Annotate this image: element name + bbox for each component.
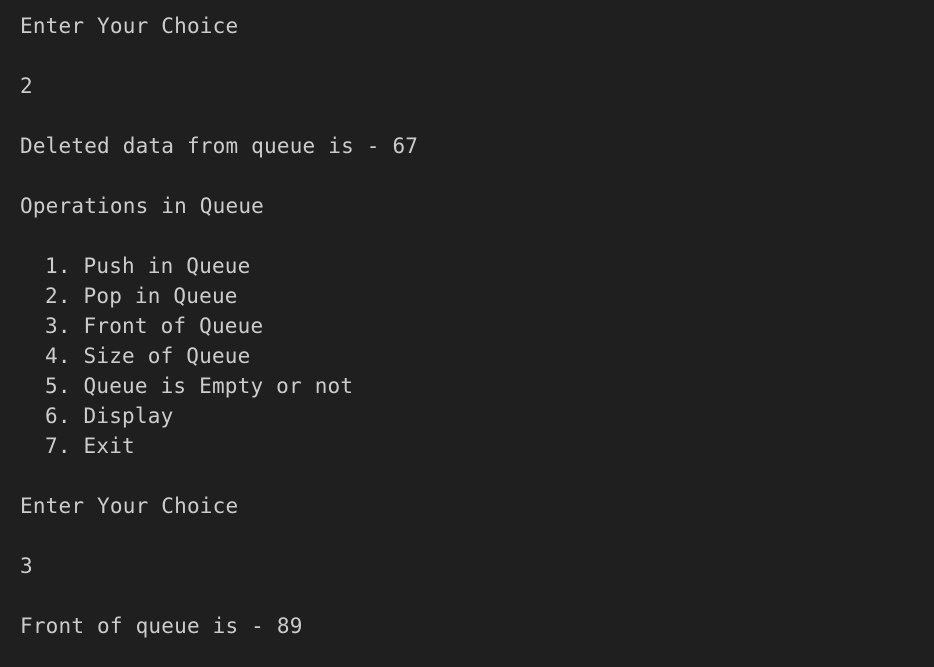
terminal-output[interactable]: Enter Your Choice 2 Deleted data from qu…	[0, 0, 934, 667]
front-of-queue-message: Front of queue is - 89	[20, 614, 303, 638]
menu-item-push: 1. Push in Queue	[45, 254, 251, 278]
menu-title: Operations in Queue	[20, 194, 265, 218]
enter-choice-prompt: Enter Your Choice	[20, 14, 239, 38]
menu-item-pop: 2. Pop in Queue	[45, 284, 238, 308]
menu-item-front: 3. Front of Queue	[45, 314, 264, 338]
user-input-choice-2: 3	[20, 554, 33, 578]
menu-item-exit: 7. Exit	[45, 434, 135, 458]
menu-item-size: 4. Size of Queue	[45, 344, 251, 368]
enter-choice-prompt-2: Enter Your Choice	[20, 494, 239, 518]
deleted-data-message: Deleted data from queue is - 67	[20, 134, 419, 158]
menu-item-display: 6. Display	[45, 404, 174, 428]
user-input-choice: 2	[20, 74, 33, 98]
menu-item-empty: 5. Queue is Empty or not	[45, 374, 354, 398]
